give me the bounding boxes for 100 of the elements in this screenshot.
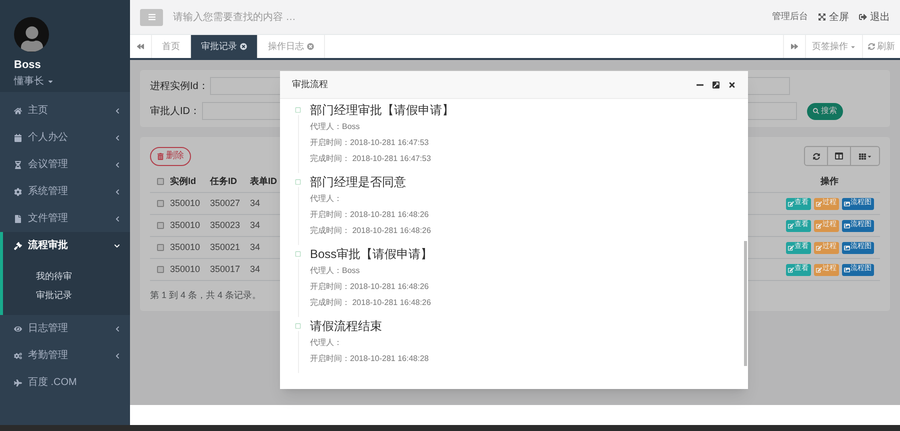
menu-icon xyxy=(148,13,156,21)
chevron-left-icon xyxy=(115,188,120,194)
trash-icon xyxy=(157,152,164,160)
field-label: 审批人ID： xyxy=(150,104,200,118)
eye-icon xyxy=(14,324,22,332)
double-left-icon xyxy=(137,43,144,50)
pagination-info: 第 1 到 4 条，共 4 条记录。 xyxy=(150,289,262,302)
table-cell-text: 350023 xyxy=(210,218,242,232)
checkbox[interactable] xyxy=(156,266,164,273)
chevron-left-icon xyxy=(115,352,120,358)
step-detail: 完成时间： 2018-10-281 16:47:53 xyxy=(310,153,432,165)
edit-icon xyxy=(788,244,794,250)
menu-item[interactable]: 个人办公 xyxy=(0,124,130,151)
table-cell-text: 34 xyxy=(250,196,262,210)
columns-icon xyxy=(835,152,843,160)
admin-link[interactable]: 管理后台 xyxy=(772,10,808,24)
table-cell-text: 34 xyxy=(250,218,262,232)
user-role[interactable]: 懂事长 xyxy=(14,74,44,88)
caret-icon xyxy=(866,154,872,158)
plane-icon xyxy=(14,378,22,386)
step-detail: 开启时间：2018-10-281 16:48:28 xyxy=(310,353,429,365)
grid-icon xyxy=(858,152,866,160)
house-icon xyxy=(14,106,22,114)
close-icon[interactable] xyxy=(728,80,736,88)
step-detail: 开启时间：2018-10-281 16:48:26 xyxy=(310,281,430,293)
user-name: Boss xyxy=(14,58,42,73)
menu-item[interactable]: 日志管理 xyxy=(0,315,130,342)
edit-icon xyxy=(816,222,822,228)
edit-icon xyxy=(788,222,794,228)
menu-item[interactable]: 考勤管理 xyxy=(0,342,130,369)
step-detail: 完成时间： 2018-10-281 16:48:26 xyxy=(310,297,432,309)
chevron-left-icon xyxy=(115,326,120,332)
search-button[interactable]: 搜索 xyxy=(807,102,843,120)
chevron-left-icon xyxy=(115,216,120,222)
refresh-icon xyxy=(868,43,875,50)
fullscreen-button[interactable]: 全屏 xyxy=(818,10,849,24)
edit-icon xyxy=(816,200,822,206)
tab[interactable]: 操作日志 xyxy=(258,35,325,58)
expand-icon xyxy=(818,13,826,21)
edit-icon xyxy=(788,266,794,272)
maximize-icon[interactable] xyxy=(712,80,720,88)
step-title: Boss审批【请假申请】 xyxy=(310,246,433,263)
menu-item[interactable]: 系统管理 xyxy=(0,178,130,205)
refresh-button[interactable]: 刷新 xyxy=(862,35,900,58)
sign-out-icon xyxy=(859,13,867,21)
step-title: 部门经理是否同意 xyxy=(310,174,407,191)
caret-icon xyxy=(47,78,54,84)
submenu-item[interactable]: 审批记录 xyxy=(3,286,130,305)
submenu-item[interactable]: 我的待审 xyxy=(3,267,130,286)
checkbox[interactable] xyxy=(156,244,164,251)
menu-item[interactable]: 文件管理 xyxy=(0,205,130,232)
menu-item[interactable]: 主页 xyxy=(0,97,130,124)
user-icon xyxy=(20,26,42,52)
checkbox[interactable] xyxy=(156,178,164,185)
table-cell-text: 34 xyxy=(250,240,262,254)
tab-actions-dropdown[interactable]: 页签操作 xyxy=(805,35,862,58)
step-title: 部门经理审批【请假申请】 xyxy=(310,102,454,119)
image-icon xyxy=(844,244,850,250)
column-header: 表单ID xyxy=(250,174,278,188)
dialog-title: 审批流程 xyxy=(292,78,328,91)
edit-icon xyxy=(816,266,822,272)
table-cell-text: 350027 xyxy=(210,196,242,210)
step-detail: 代理人： xyxy=(310,337,343,349)
close-icon[interactable] xyxy=(240,43,247,50)
hourglass-icon xyxy=(14,160,22,168)
step-detail: 开启时间：2018-10-281 16:47:53 xyxy=(310,137,430,149)
table-cell-text: 350017 xyxy=(210,262,242,276)
table-cell-text: 350021 xyxy=(210,240,242,254)
gears-icon xyxy=(14,352,22,360)
image-icon xyxy=(844,200,850,206)
checkbox[interactable] xyxy=(156,200,164,207)
menu-item[interactable]: 百度 .COM xyxy=(0,369,130,396)
column-header: 实例Id xyxy=(170,174,197,188)
menu-item[interactable]: 会议管理 xyxy=(0,151,130,178)
logout-button[interactable]: 退出 xyxy=(859,10,890,24)
caret-icon xyxy=(850,44,856,50)
menu-button[interactable] xyxy=(140,8,163,26)
field-label: 进程实例Id： xyxy=(150,80,208,94)
chevron-left-icon xyxy=(115,134,120,140)
search-icon xyxy=(813,108,819,114)
table-cell-text: 350010 xyxy=(170,196,202,210)
checkbox[interactable] xyxy=(156,222,164,229)
gavel-icon xyxy=(14,242,22,250)
step-detail: 开启时间：2018-10-281 16:48:26 xyxy=(310,209,430,221)
edit-icon xyxy=(816,244,822,250)
column-header: 操作 xyxy=(820,174,840,188)
step-detail: 代理人：Boss xyxy=(310,265,361,277)
table-cell-text: 350010 xyxy=(170,262,202,276)
column-header: 任务ID xyxy=(210,174,238,188)
table-cell-text: 34 xyxy=(250,262,262,276)
table-cell-text: 350010 xyxy=(170,240,202,254)
refresh-icon xyxy=(812,152,820,160)
tab[interactable]: 审批记录 xyxy=(191,35,258,58)
step-detail: 代理人：Boss xyxy=(310,121,361,133)
search-field[interactable]: 请输入您需要查找的内容 … xyxy=(173,10,473,24)
menu-item[interactable]: 流程审批 xyxy=(3,232,130,259)
calendar-icon xyxy=(14,134,22,142)
chevron-left-icon xyxy=(115,108,120,114)
double-right-icon xyxy=(791,43,798,50)
delete-button[interactable]: 删除 xyxy=(150,146,191,166)
